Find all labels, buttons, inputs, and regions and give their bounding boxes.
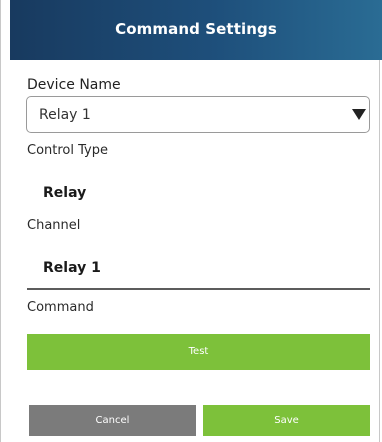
device-name-selected-value: Relay 1 bbox=[39, 107, 91, 123]
channel-value[interactable]: Relay 1 bbox=[43, 260, 101, 276]
cancel-button[interactable]: Cancel bbox=[29, 405, 196, 436]
triangle-down-icon bbox=[352, 109, 366, 120]
control-type-label: Control Type bbox=[27, 143, 108, 158]
save-button[interactable]: Save bbox=[203, 405, 370, 436]
channel-underline bbox=[27, 288, 370, 290]
device-name-label: Device Name bbox=[27, 77, 121, 93]
test-button[interactable]: Test bbox=[27, 334, 370, 370]
dialog-frame: Command Settings Device Name Relay 1 Con… bbox=[0, 0, 382, 442]
dialog-header: Command Settings bbox=[10, 0, 382, 60]
channel-label: Channel bbox=[27, 218, 81, 233]
control-type-value: Relay bbox=[43, 185, 87, 201]
command-label: Command bbox=[27, 300, 94, 315]
dialog-title: Command Settings bbox=[115, 20, 277, 38]
device-name-select[interactable]: Relay 1 bbox=[26, 96, 370, 133]
